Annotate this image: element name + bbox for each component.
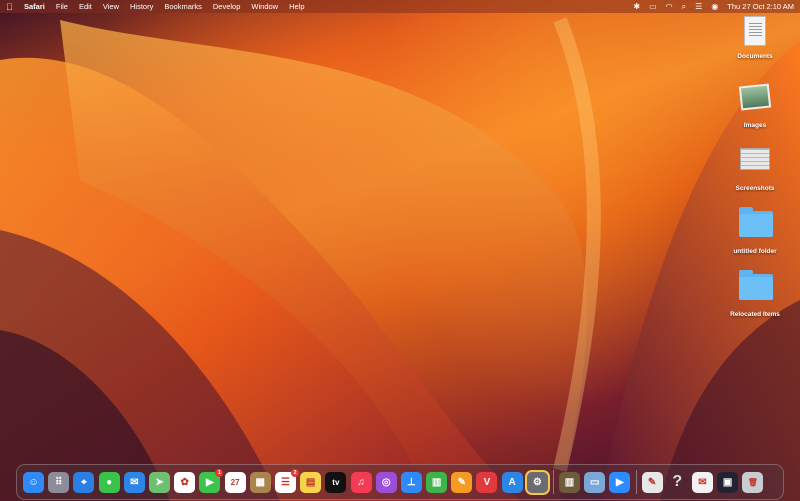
menu-file[interactable]: File [56,2,68,11]
status-area: ✱ ▭ ◠ ⌕ ☰ ◉ Thu 27 Oct 2:10 AM [633,2,794,11]
screen-window-icon: ▣ [722,476,733,488]
dock-item-notes-brown[interactable]: ▦ [249,471,271,493]
user-icon[interactable]: ◉ [711,2,718,11]
dock-item-numbers[interactable]: ▥ [426,471,448,493]
dock-item-zoom[interactable]: ▶ [609,471,631,493]
document-icon [739,16,771,50]
facetime-icon: ▶ [206,476,214,488]
help-icon: ? [672,473,683,490]
podcasts-icon: ◎ [381,476,391,488]
finder-icon: ☺ [28,476,39,488]
dock-item-notes[interactable]: ▤ [300,471,322,493]
dock-item-preview[interactable]: ▭ [584,471,606,493]
dock-item-keynote[interactable]: ⊥ [400,471,422,493]
apple-logo-icon[interactable]:  [6,2,16,12]
menu-bookmarks[interactable]: Bookmarks [164,2,202,11]
battery-icon[interactable]: ▭ [649,2,657,11]
menu-window[interactable]: Window [251,2,278,11]
music-icon: ♫ [357,476,365,488]
app-menu-safari[interactable]: Safari [24,2,45,11]
launchpad-icon: ⠿ [55,476,63,488]
menu-edit[interactable]: Edit [79,2,92,11]
reminders-icon: ☰ [280,476,290,488]
desktop-icon-images[interactable]: Images [710,79,800,129]
search-icon[interactable]: ⌕ [682,2,686,11]
script-editor-icon: ✎ [647,476,657,488]
numbers-icon: ▥ [431,476,442,488]
keynote-icon: ⊥ [407,476,416,488]
desktop-icon-relocated-items[interactable]: Relocated Items [710,268,800,318]
image-icon [738,83,772,119]
menu-view[interactable]: View [103,2,119,11]
dock-item-help[interactable]: ? [667,472,688,493]
menu-history[interactable]: History [130,2,153,11]
preview-icon: ▭ [589,476,600,488]
dock-item-stamp[interactable]: ✉ [691,471,713,493]
safari-icon: ⌖ [81,476,87,488]
dock-separator [635,470,637,494]
screenshot-icon [739,148,771,182]
wifi-icon[interactable]: ◠ [666,2,673,11]
dock-item-calendar[interactable]: 27 [224,471,246,493]
dock-item-photos[interactable]: ✿ [174,471,196,493]
bluetooth-icon[interactable]: ✱ [633,2,640,11]
desktop-icon-label: Screenshots [735,185,775,192]
desktop-icon-screenshots[interactable]: Screenshots [710,142,800,192]
desktop-icon-label: Images [743,122,767,129]
dock-item-facetime[interactable]: ▶ 1 [199,468,224,493]
desktop-icon-untitled-folder[interactable]: untitled folder [710,205,800,255]
desktop-icon-label: Documents [737,53,773,60]
folder-icon [739,207,773,245]
desktop-icon-label: Relocated Items [730,311,780,318]
dock-item-apple-tv[interactable]: tv [325,471,347,493]
pages-icon: ✎ [457,476,466,488]
dock-item-trash[interactable]: 🗑 [742,471,764,493]
dock-item-app-store[interactable]: A [501,471,523,493]
dock-item-finder[interactable]: ☺ [23,471,45,493]
messages-icon: ● [106,476,113,488]
wallpaper-art [0,17,800,501]
calendar-icon: 27 [230,477,240,487]
dock-item-vivaldi[interactable]: V [476,471,498,493]
trash-icon: 🗑 [747,477,758,487]
menu-bar:  Safari File Edit View History Bookmark… [0,0,800,13]
notes-brown-icon: ▦ [255,476,265,488]
dock-item-safari[interactable]: ⌖ [73,471,95,493]
notification-badge: 1 [215,468,224,477]
mail-icon: ✉ [130,476,139,488]
desktop-icon-label: untitled folder [733,248,777,255]
clock[interactable]: Thu 27 Oct 2:10 AM [727,2,794,11]
system-preferences-icon: ⚙ [532,476,542,488]
dock-separator [552,470,554,494]
dock-item-pages[interactable]: ✎ [451,471,473,493]
photos-icon: ✿ [180,476,189,488]
dock-item-script-editor[interactable]: ✎ [641,471,663,493]
app-store-icon: A [508,476,516,488]
dock-item-launchpad[interactable]: ⠿ [48,471,70,493]
maps-icon: ➤ [155,476,164,488]
dock-item-music[interactable]: ♫ [350,471,372,493]
dock-item-system-preferences[interactable]: ⚙ [526,471,548,493]
folder-icon [739,270,773,308]
zoom-icon: ▶ [616,476,624,488]
dock-item-reminders[interactable]: ☰ 2 [274,468,299,493]
dock-item-maps[interactable]: ➤ [149,471,171,493]
dock: ☺ ⠿ ⌖ ● ✉ ➤ ✿ ▶ 1 27 ▦ ☰ 2 ▤ tv ♫ ◎ ⊥ ▥ ✎ V A ⚙ ▥ ▭ ▶ ✎? ✉ ▣ 🗑 [16,464,784,500]
menu-help[interactable]: Help [289,2,304,11]
notification-badge: 2 [290,468,299,477]
stamp-icon: ✉ [698,476,707,488]
dock-item-screen-window[interactable]: ▣ [717,471,739,493]
dock-item-books-shelf[interactable]: ▥ [559,471,581,493]
apple-tv-icon: tv [332,477,340,487]
menu-develop[interactable]: Develop [213,2,241,11]
dock-item-mail[interactable]: ✉ [123,471,145,493]
control-center-icon[interactable]: ☰ [695,2,702,11]
desktop-icon-documents[interactable]: Documents [710,16,800,60]
dock-item-messages[interactable]: ● [98,471,120,493]
vivaldi-icon: V [483,476,491,488]
notes-icon: ▤ [305,476,316,488]
dock-item-podcasts[interactable]: ◎ [375,471,397,493]
books-shelf-icon: ▥ [564,476,575,488]
desktop-wallpaper [0,0,800,501]
